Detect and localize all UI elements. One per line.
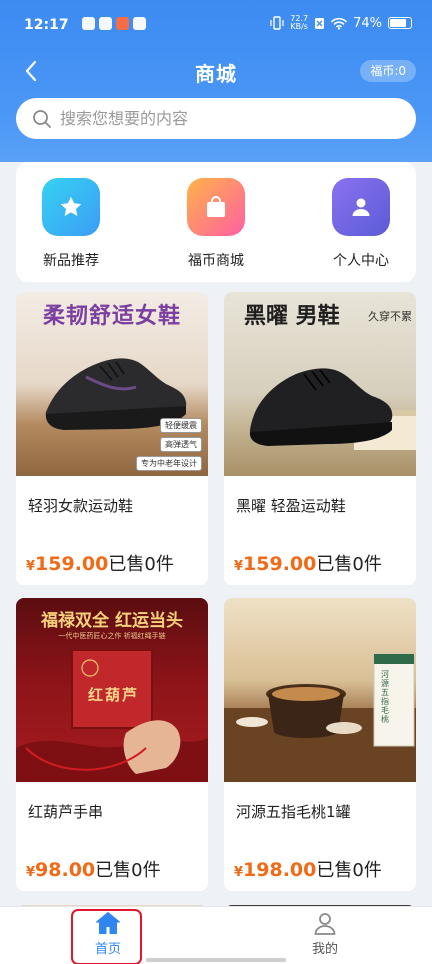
network-speed-unit: KB/s bbox=[290, 22, 308, 31]
nav-bar: 商城 福币:0 bbox=[0, 52, 432, 90]
quick-item-personal-center[interactable]: 个人中心 bbox=[322, 178, 400, 282]
bottom-tab-bar: 首页 我的 bbox=[0, 906, 432, 964]
status-time: 12:17 bbox=[24, 17, 69, 33]
product-price: 159.00 bbox=[243, 553, 317, 575]
coin-mall-icon-tile bbox=[187, 178, 245, 236]
product-name: 轻羽女款运动鞋 bbox=[28, 497, 134, 515]
wifi-icon bbox=[331, 17, 347, 30]
product-name: 黑曜 轻盈运动鞋 bbox=[236, 497, 346, 515]
product-price: 98.00 bbox=[35, 859, 96, 881]
price-currency: ¥ bbox=[234, 559, 244, 574]
sold-count: 已售0件 bbox=[108, 554, 174, 575]
app-notification-icon bbox=[116, 17, 129, 30]
product-tags: 轻便缓震 高弹透气 专为中老年设计 bbox=[136, 418, 202, 471]
product-card[interactable]: 河源五指毛桃 河源五指毛桃1罐 ¥ 198.00 已售0件 bbox=[224, 598, 416, 891]
search-bar[interactable] bbox=[16, 98, 416, 139]
search-icon bbox=[33, 109, 51, 128]
network-speed: 72.7 KB/s bbox=[290, 15, 308, 31]
star-icon bbox=[60, 196, 82, 216]
product-tag: 轻便缓震 bbox=[160, 418, 202, 433]
user-icon bbox=[314, 913, 336, 935]
product-price-row: ¥ 159.00 已售0件 bbox=[234, 550, 382, 576]
product-card[interactable]: 黑曜 男鞋 久穿不累 黑曜 轻盈运动鞋 ¥ 159.00 已售0件 bbox=[224, 292, 416, 585]
home-indicator bbox=[146, 958, 286, 962]
tab-profile-label: 我的 bbox=[311, 942, 338, 957]
product-name: 河源五指毛桃1罐 bbox=[236, 803, 351, 821]
price-currency: ¥ bbox=[26, 865, 36, 880]
status-right: 72.7 KB/s 74% bbox=[270, 15, 412, 31]
quick-menu: 新品推荐 福币商城 个人中心 bbox=[16, 162, 416, 282]
vibrate-icon bbox=[270, 16, 284, 30]
status-bar: 12:17 72.7 KB/s 74% bbox=[0, 0, 432, 50]
tab-highlight-box bbox=[71, 909, 142, 964]
quick-item-coin-mall[interactable]: 福币商城 bbox=[177, 178, 255, 282]
battery-text: 74% bbox=[353, 15, 382, 31]
battery-icon bbox=[388, 17, 412, 29]
app-notification-icon bbox=[133, 17, 146, 30]
coin-balance-badge[interactable]: 福币:0 bbox=[360, 60, 416, 82]
product-name: 红葫芦手串 bbox=[28, 803, 104, 821]
product-image: 河源五指毛桃 bbox=[224, 598, 416, 782]
person-icon bbox=[352, 198, 370, 216]
product-price: 159.00 bbox=[35, 553, 109, 575]
product-price-row: ¥ 98.00 已售0件 bbox=[26, 856, 161, 882]
status-notification-icons bbox=[82, 17, 146, 30]
product-tag: 高弹透气 bbox=[160, 437, 202, 452]
sold-count: 已售0件 bbox=[95, 860, 161, 881]
product-card[interactable]: 柔韧舒适女鞋 轻便缓震 高弹透气 专为中老年设计 轻羽女款运动鞋 ¥ 159.0… bbox=[16, 292, 208, 585]
app-notification-icon bbox=[99, 17, 112, 30]
quick-item-new-products[interactable]: 新品推荐 bbox=[32, 178, 110, 282]
box-label: 红葫芦 bbox=[88, 686, 140, 704]
sim-off-icon bbox=[315, 17, 325, 29]
product-card[interactable]: 福禄双全 红运当头 一代中医药匠心之作 祈福红绳手链 红葫芦 红葫芦手串 ¥ 9… bbox=[16, 598, 208, 891]
price-currency: ¥ bbox=[26, 559, 36, 574]
product-image: 福禄双全 红运当头 一代中医药匠心之作 祈福红绳手链 红葫芦 bbox=[16, 598, 208, 782]
price-currency: ¥ bbox=[234, 865, 244, 880]
quick-item-label: 新品推荐 bbox=[43, 253, 99, 269]
shoe-image bbox=[249, 368, 416, 450]
sold-count: 已售0件 bbox=[316, 860, 382, 881]
product-image: 黑曜 男鞋 久穿不累 bbox=[224, 292, 416, 476]
search-input[interactable] bbox=[60, 109, 380, 128]
sold-count: 已售0件 bbox=[316, 554, 382, 575]
product-tag: 专为中老年设计 bbox=[136, 456, 202, 471]
quick-item-label: 个人中心 bbox=[333, 253, 389, 269]
new-products-icon-tile bbox=[42, 178, 100, 236]
box-label: 河源五指毛桃 bbox=[381, 670, 389, 724]
quick-item-label: 福币商城 bbox=[188, 253, 244, 269]
product-image: 柔韧舒适女鞋 轻便缓震 高弹透气 专为中老年设计 bbox=[16, 292, 208, 476]
personal-center-icon-tile bbox=[332, 178, 390, 236]
product-price-row: ¥ 198.00 已售0件 bbox=[234, 856, 382, 882]
tab-profile[interactable]: 我的 bbox=[290, 911, 360, 957]
product-price-row: ¥ 159.00 已售0件 bbox=[26, 550, 174, 576]
app-notification-icon bbox=[82, 17, 95, 30]
shopping-bag-icon bbox=[207, 196, 225, 217]
product-price: 198.00 bbox=[243, 859, 317, 881]
